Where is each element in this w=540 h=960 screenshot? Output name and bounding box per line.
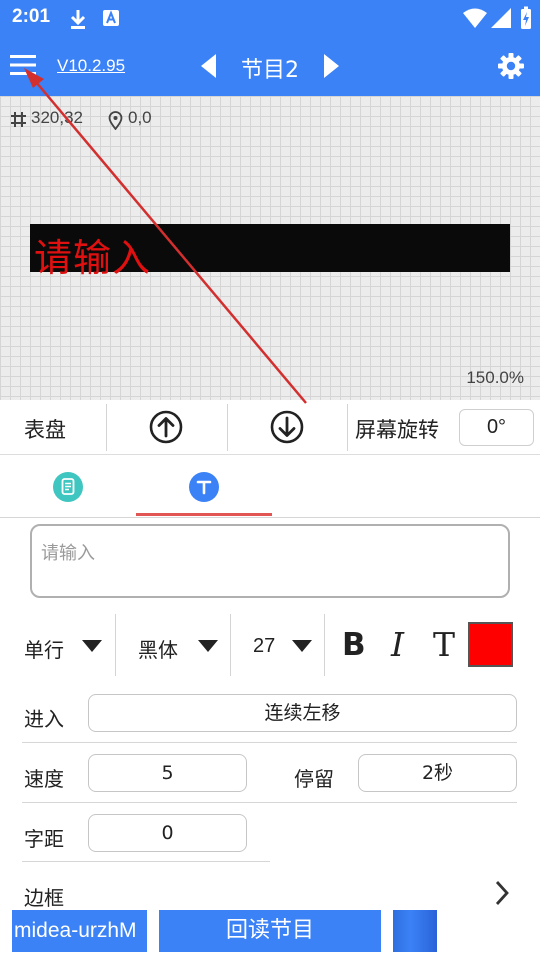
move-down-button[interactable] [270, 410, 304, 444]
enter-label: 进入 [24, 707, 64, 731]
settings-button[interactable] [497, 52, 525, 80]
tab-program-info[interactable] [0, 456, 136, 516]
battery-icon [521, 6, 531, 29]
chevron-down-icon [82, 640, 102, 652]
grid-size-icon [11, 112, 26, 127]
readback-program-button[interactable]: 回读节目 [159, 910, 381, 952]
divider [115, 614, 116, 676]
signal-icon [491, 8, 511, 28]
divider [22, 802, 517, 803]
size-readout: 320,32 [31, 108, 83, 127]
app-notification-icon [103, 10, 119, 26]
app-bar: V10.2.95 节目2 [0, 36, 540, 96]
gear-icon [498, 53, 524, 79]
line-mode-value: 单行 [24, 638, 64, 662]
triangle-left-icon [201, 54, 216, 78]
tab-text[interactable] [136, 456, 272, 516]
font-row: 单行 黑体 27 B I T [0, 612, 540, 678]
led-canvas[interactable]: 320,32 0,0 请输入 150.0% [0, 96, 540, 400]
divider [227, 404, 228, 451]
status-bar: 2:01 [0, 0, 540, 36]
document-icon [53, 472, 83, 502]
active-tab-indicator [136, 513, 272, 516]
spacing-field[interactable]: 0 [88, 814, 247, 852]
divider [324, 614, 325, 676]
stay-field[interactable]: 2秒 [358, 754, 517, 792]
italic-button[interactable]: I [391, 625, 404, 664]
led-text: 请输入 [34, 236, 152, 280]
editor-tabs [0, 456, 540, 518]
arrow-up-circle-icon [149, 410, 183, 444]
text-input-placeholder: 请输入 [41, 543, 95, 564]
status-time: 2:01 [12, 6, 51, 27]
border-row[interactable]: 边框 [0, 868, 540, 910]
wifi-icon [463, 8, 487, 28]
download-icon [70, 10, 86, 29]
font-size-value: 27 [253, 635, 276, 657]
control-row: 表盘 屏幕旋转 0° [0, 400, 540, 455]
bold-button[interactable]: B [342, 627, 366, 663]
dial-button[interactable]: 表盘 [24, 414, 66, 444]
divider [22, 742, 517, 743]
divider [230, 614, 231, 676]
position-readout: 0,0 [128, 108, 152, 127]
speed-field[interactable]: 5 [88, 754, 247, 792]
text-content-input[interactable]: 请输入 [30, 524, 510, 598]
text-color-swatch[interactable] [468, 622, 513, 667]
screen-rotate-field[interactable]: 0° [459, 409, 534, 446]
program-title: 节目2 [241, 58, 299, 83]
move-up-button[interactable] [149, 410, 183, 444]
font-family-value: 黑体 [138, 638, 178, 662]
chevron-down-icon [198, 640, 218, 652]
triangle-right-icon [324, 54, 339, 78]
location-pin-icon [108, 111, 123, 130]
border-label: 边框 [24, 886, 64, 910]
text-t-icon [189, 472, 219, 502]
spacing-label: 字距 [24, 827, 64, 851]
stay-label: 停留 [294, 767, 334, 791]
text-style-button[interactable]: T [433, 625, 455, 664]
chevron-right-icon [495, 881, 509, 905]
speed-label: 速度 [24, 767, 64, 791]
next-program-button[interactable] [320, 52, 342, 80]
divider [106, 404, 107, 451]
font-size-dropdown[interactable]: 27 [238, 612, 318, 678]
line-mode-dropdown[interactable]: 单行 [14, 612, 110, 678]
prev-program-button[interactable] [198, 52, 220, 80]
font-family-dropdown[interactable]: 黑体 [124, 612, 224, 678]
device-name-button[interactable]: midea-urzhM [12, 910, 147, 952]
led-text-area[interactable]: 请输入 [30, 224, 510, 280]
enter-effect-field[interactable]: 连续左移 [88, 694, 517, 732]
send-button[interactable] [393, 910, 437, 952]
screen-rotate-label: 屏幕旋转 [355, 418, 439, 442]
arrow-down-circle-icon [270, 410, 304, 444]
zoom-level: 150.0% [466, 368, 524, 387]
divider [347, 404, 348, 451]
divider [22, 861, 270, 862]
chevron-down-icon [292, 640, 312, 652]
